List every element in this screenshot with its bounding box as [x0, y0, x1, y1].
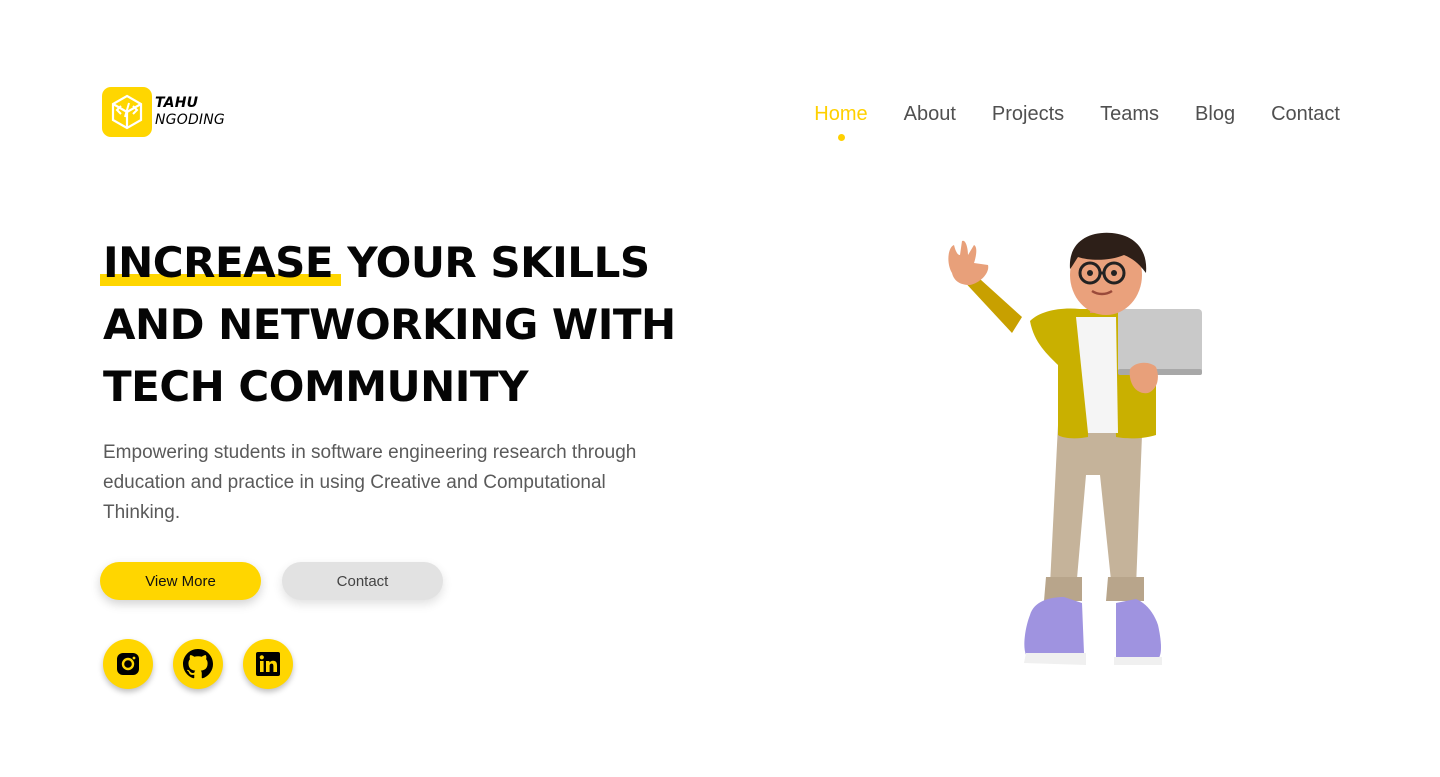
nav-item-label: Contact	[1271, 103, 1340, 125]
brand-logo[interactable]: TAHU NGODING	[102, 87, 225, 137]
brand-name-bottom: NGODING	[155, 112, 225, 128]
nav-item-teams[interactable]: Teams	[1100, 101, 1159, 127]
nav-item-home[interactable]: Home	[814, 101, 868, 141]
nav-item-contact[interactable]: Contact	[1271, 101, 1340, 127]
contact-button[interactable]: Contact	[282, 562, 443, 600]
nav-item-blog[interactable]: Blog	[1195, 101, 1235, 127]
nav-item-label: About	[903, 103, 956, 125]
hero-description: Empowering students in software engineer…	[103, 442, 637, 523]
linkedin-link[interactable]	[243, 639, 293, 689]
hero-title-line2: AND NETWORKING WITH	[103, 300, 676, 349]
hero-title-line3: TECH COMMUNITY	[103, 362, 529, 411]
nav-item-label: Projects	[991, 103, 1065, 125]
brand-name-top: TAHU	[155, 95, 199, 111]
nav-item-projects[interactable]: Projects	[992, 101, 1064, 127]
landing-page: TAHU NGODING Home About Projects Teams B…	[0, 0, 1440, 777]
main-nav: Home About Projects Teams Blog Contact	[814, 101, 1340, 141]
nav-item-about[interactable]: About	[904, 101, 956, 127]
character-with-laptop-illustration	[948, 232, 1202, 665]
instagram-icon	[117, 653, 139, 675]
code-cube-icon	[102, 87, 152, 137]
active-indicator-dot	[837, 134, 845, 141]
view-more-button[interactable]: View More	[100, 562, 261, 600]
brand-name: TAHU NGODING	[155, 95, 225, 129]
nav-item-label: Teams	[1100, 103, 1160, 125]
nav-item-label: Home	[814, 103, 868, 125]
github-icon	[183, 649, 213, 679]
github-link[interactable]	[173, 639, 223, 689]
linkedin-icon	[256, 652, 280, 676]
hero-title-highlight: INCREASE	[99, 232, 342, 294]
hero-title-line1-rest: YOUR SKILLS	[333, 238, 650, 287]
nav-item-label: Blog	[1195, 103, 1236, 125]
hero-title: INCREASE YOUR SKILLS AND NETWORKING WITH…	[99, 232, 723, 418]
instagram-link[interactable]	[103, 639, 153, 689]
